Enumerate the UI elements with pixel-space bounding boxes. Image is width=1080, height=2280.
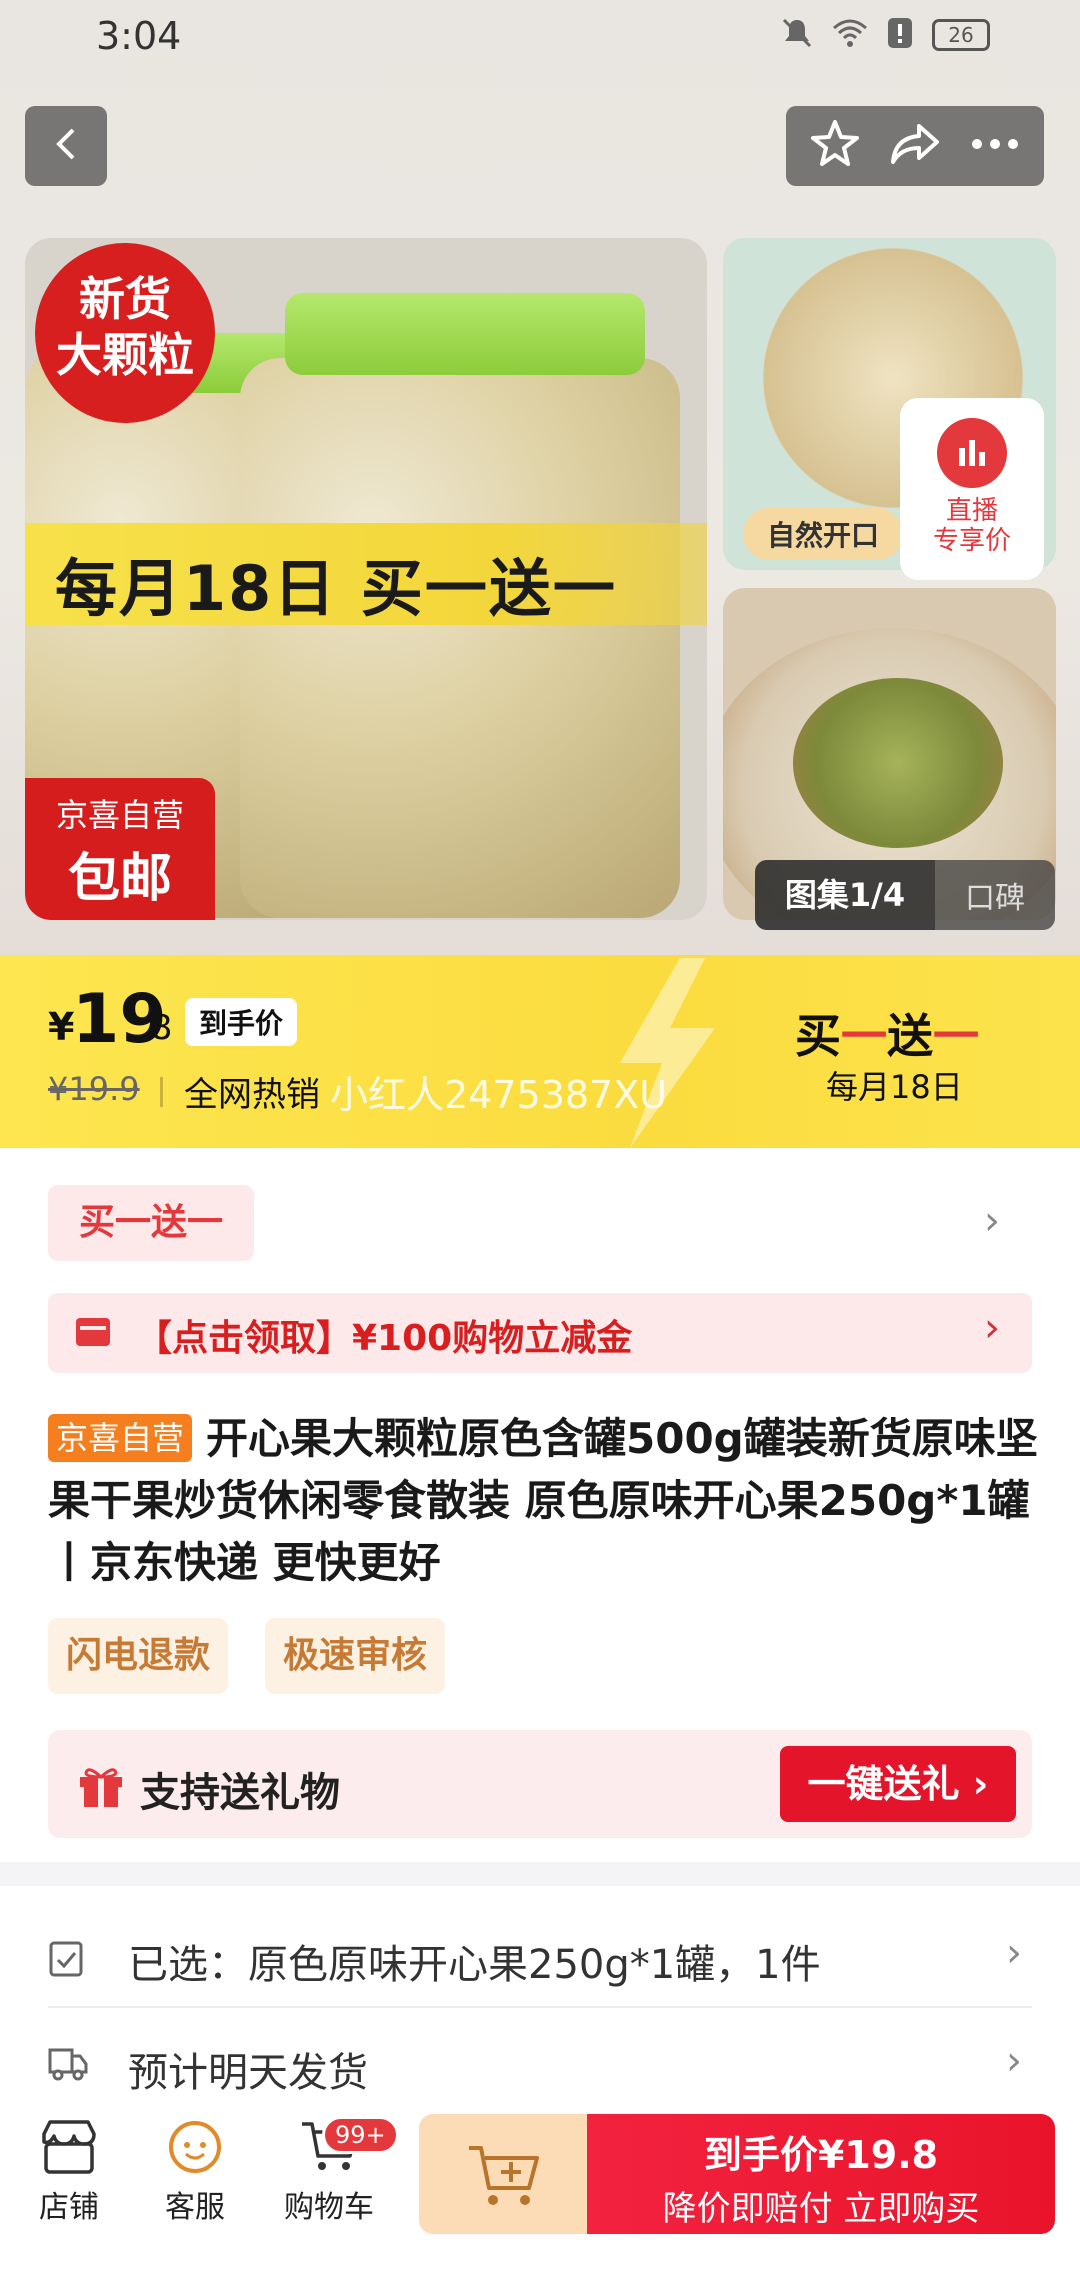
store-icon	[14, 2118, 124, 2176]
status-bar: 3:04 26	[0, 0, 1080, 72]
buy-now-button[interactable]: 到手价¥19.8 降价即赔付 立即购买	[587, 2114, 1055, 2234]
product-title-text: 开心果大颗粒原色含罐500g罐装新货原味坚果干果炒货休闲零食散装 原色原味开心果…	[48, 1414, 1038, 1587]
status-icons: 26	[780, 16, 990, 54]
price-decimal: .8	[140, 1008, 173, 1048]
top-actions	[786, 106, 1044, 186]
service-label: 客服	[165, 2190, 225, 2225]
store-badge: 京喜自营	[48, 1413, 193, 1462]
battery-icon: 26	[932, 19, 990, 51]
gift-icon	[78, 1763, 124, 1809]
tag-fast-review[interactable]: 极速审核	[265, 1618, 446, 1694]
gift-row: 支持送礼物 一键送礼 ›	[48, 1730, 1032, 1838]
bogo-date: 每月18日	[826, 1068, 963, 1106]
chevron-left-icon	[51, 124, 81, 168]
buy-price-label: 到手价¥19.8	[703, 2133, 939, 2177]
chevron-right-icon: ›	[984, 1305, 1000, 1351]
back-button[interactable]	[25, 106, 107, 186]
bogo-one-2: 一	[933, 1009, 979, 1063]
add-to-cart-button[interactable]	[419, 2114, 589, 2234]
tag-fast-refund[interactable]: 闪电退款	[48, 1618, 229, 1694]
jar-front-lid	[285, 293, 645, 375]
buy-subtitle: 降价即赔付 立即购买	[662, 2189, 980, 2229]
more-icon[interactable]	[969, 136, 1021, 156]
bogo-buy: 买	[795, 1009, 841, 1063]
free-shipping-label: 包邮	[67, 849, 172, 909]
kernel-spoon	[793, 678, 1003, 848]
new-large-badge: 新货 大颗粒	[35, 243, 215, 423]
promo-text: 每月18日 买一送一	[55, 552, 617, 625]
shipping-row[interactable]: 预计明天发货 ›	[48, 2030, 1032, 2110]
selected-spec-text: 已选：原色原味开心果250g*1罐，1件	[128, 1942, 821, 1988]
mute-icon	[780, 16, 814, 54]
jar-front	[240, 358, 680, 918]
bogo-title: 买一送一	[795, 1000, 979, 1066]
send-gift-button[interactable]: 一键送礼 ›	[780, 1746, 1016, 1822]
lightning-icon	[600, 958, 730, 1152]
service-tab[interactable]: 客服	[140, 2118, 250, 2226]
main-product-image[interactable]: 新货 大颗粒 每月18日 买一送一 京喜自营 包邮	[25, 238, 707, 920]
store-tab[interactable]: 店铺	[14, 2118, 124, 2226]
card-icon	[76, 1318, 110, 1346]
status-time: 3:04	[96, 14, 182, 58]
price-separator	[160, 1077, 163, 1107]
bogo-one: 一	[841, 1009, 887, 1063]
hot-sale-text: 全网热销	[184, 1075, 320, 1115]
chevron-right-icon[interactable]: ›	[984, 1198, 1000, 1244]
coupon-row[interactable]: 【点击领取】¥100购物立减金 ›	[48, 1293, 1032, 1373]
bogo-promo-pill[interactable]: 买一送一	[48, 1185, 254, 1261]
chevron-right-icon: ›	[1006, 2038, 1022, 2084]
selected-spec-row[interactable]: 已选：原色原味开心果250g*1罐，1件 ›	[48, 1908, 1032, 2008]
live-label: 直播 专享价	[932, 496, 1011, 556]
cart-label: 购物车	[284, 2190, 374, 2225]
product-detail-page: 3:04 26 新货 大颗粒 每月18日 买一送一 京喜自营 包邮 自然开口 直…	[0, 0, 1080, 2280]
free-shipping-badge: 京喜自营 包邮	[25, 778, 215, 920]
final-price-tag: 到手价	[185, 998, 298, 1046]
shipping-text: 预计明天发货	[128, 2050, 368, 2096]
store-label: 店铺	[39, 2190, 99, 2225]
reviews-tab[interactable]: 口碑	[935, 873, 1055, 917]
share-icon[interactable]	[887, 120, 943, 172]
bogo-get: 送	[887, 1009, 933, 1063]
thumb-tag: 自然开口	[743, 508, 904, 560]
favorite-star-icon[interactable]	[809, 118, 861, 174]
cart-count-badge: 99+	[322, 2116, 399, 2154]
original-price: ¥19.9	[48, 1070, 140, 1108]
chevron-right-icon: ›	[1006, 1930, 1022, 1976]
checklist-icon	[48, 1940, 86, 1978]
wifi-icon	[832, 18, 868, 52]
gallery-counter[interactable]: 图集1/4 口碑	[755, 860, 1055, 930]
add-cart-icon	[465, 2140, 543, 2216]
gift-label: 支持送礼物	[140, 1770, 340, 1816]
free-shipping-store: 京喜自营	[55, 796, 184, 834]
live-price-card[interactable]: 直播 专享价	[900, 398, 1044, 580]
new-large-badge-text: 新货 大颗粒	[56, 272, 194, 382]
coupon-text: 【点击领取】¥100购物立减金	[136, 1318, 633, 1359]
product-title: 京喜自营 开心果大颗粒原色含罐500g罐装新货原味坚果干果炒货休闲零食散装 原色原…	[48, 1408, 1038, 1594]
live-icon	[937, 418, 1007, 488]
alert-icon	[886, 16, 914, 54]
truck-icon	[48, 2044, 88, 2082]
gallery-count-label: 图集1/4	[755, 860, 935, 930]
customer-service-icon	[140, 2118, 250, 2176]
price-currency: ¥	[48, 1005, 75, 1049]
section-divider	[0, 1862, 1080, 1886]
